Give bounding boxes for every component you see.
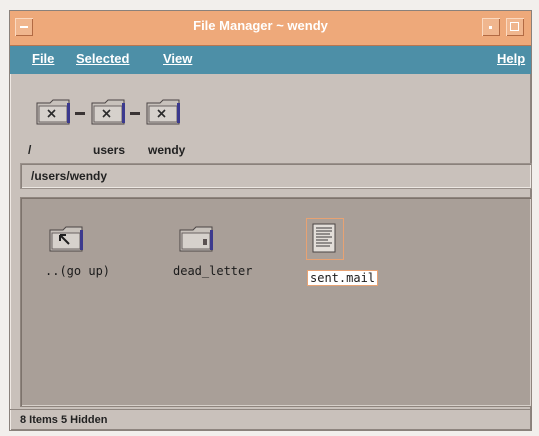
title-bar[interactable]: File Manager ~ wendy — [10, 11, 531, 46]
path-text: /users/wendy — [31, 169, 108, 183]
file-label-selected[interactable]: sent.mail — [307, 270, 379, 286]
breadcrumb-root-folder-icon[interactable] — [36, 97, 70, 125]
file-area[interactable]: ..(go up) dead_letter sent.mail — [20, 197, 532, 407]
maximize-button[interactable] — [506, 18, 524, 36]
breadcrumb-wendy-folder-icon[interactable] — [146, 97, 180, 125]
path-field[interactable]: /users/wendy — [20, 163, 532, 189]
file-manager-window: File Manager ~ wendy File Selected View … — [9, 10, 532, 431]
breadcrumb-separator — [75, 112, 85, 115]
breadcrumb-users-folder-icon[interactable] — [91, 97, 125, 125]
menu-help[interactable]: Help — [497, 51, 525, 66]
minimize-button[interactable] — [482, 18, 500, 36]
document-icon — [312, 223, 336, 257]
breadcrumb-root-label[interactable]: / — [28, 143, 31, 157]
menu-file[interactable]: File — [32, 51, 54, 66]
window-menu-button[interactable] — [15, 18, 33, 36]
breadcrumb: / users wendy — [10, 75, 531, 159]
menu-selected[interactable]: Selected — [76, 51, 129, 66]
file-label: dead_letter — [173, 264, 253, 278]
menu-bar: File Selected View Help — [10, 46, 531, 74]
window-title: File Manager ~ wendy — [193, 18, 328, 33]
menu-view[interactable]: View — [163, 51, 192, 66]
status-text: 8 Items 5 Hidden — [20, 414, 108, 426]
breadcrumb-wendy-label[interactable]: wendy — [148, 143, 185, 157]
folder-icon — [179, 224, 213, 256]
status-bar: 8 Items 5 Hidden — [10, 409, 531, 431]
breadcrumb-separator — [130, 112, 140, 115]
file-label: ..(go up) — [45, 264, 111, 278]
go-up-folder-icon — [49, 224, 83, 256]
breadcrumb-users-label[interactable]: users — [93, 143, 125, 157]
